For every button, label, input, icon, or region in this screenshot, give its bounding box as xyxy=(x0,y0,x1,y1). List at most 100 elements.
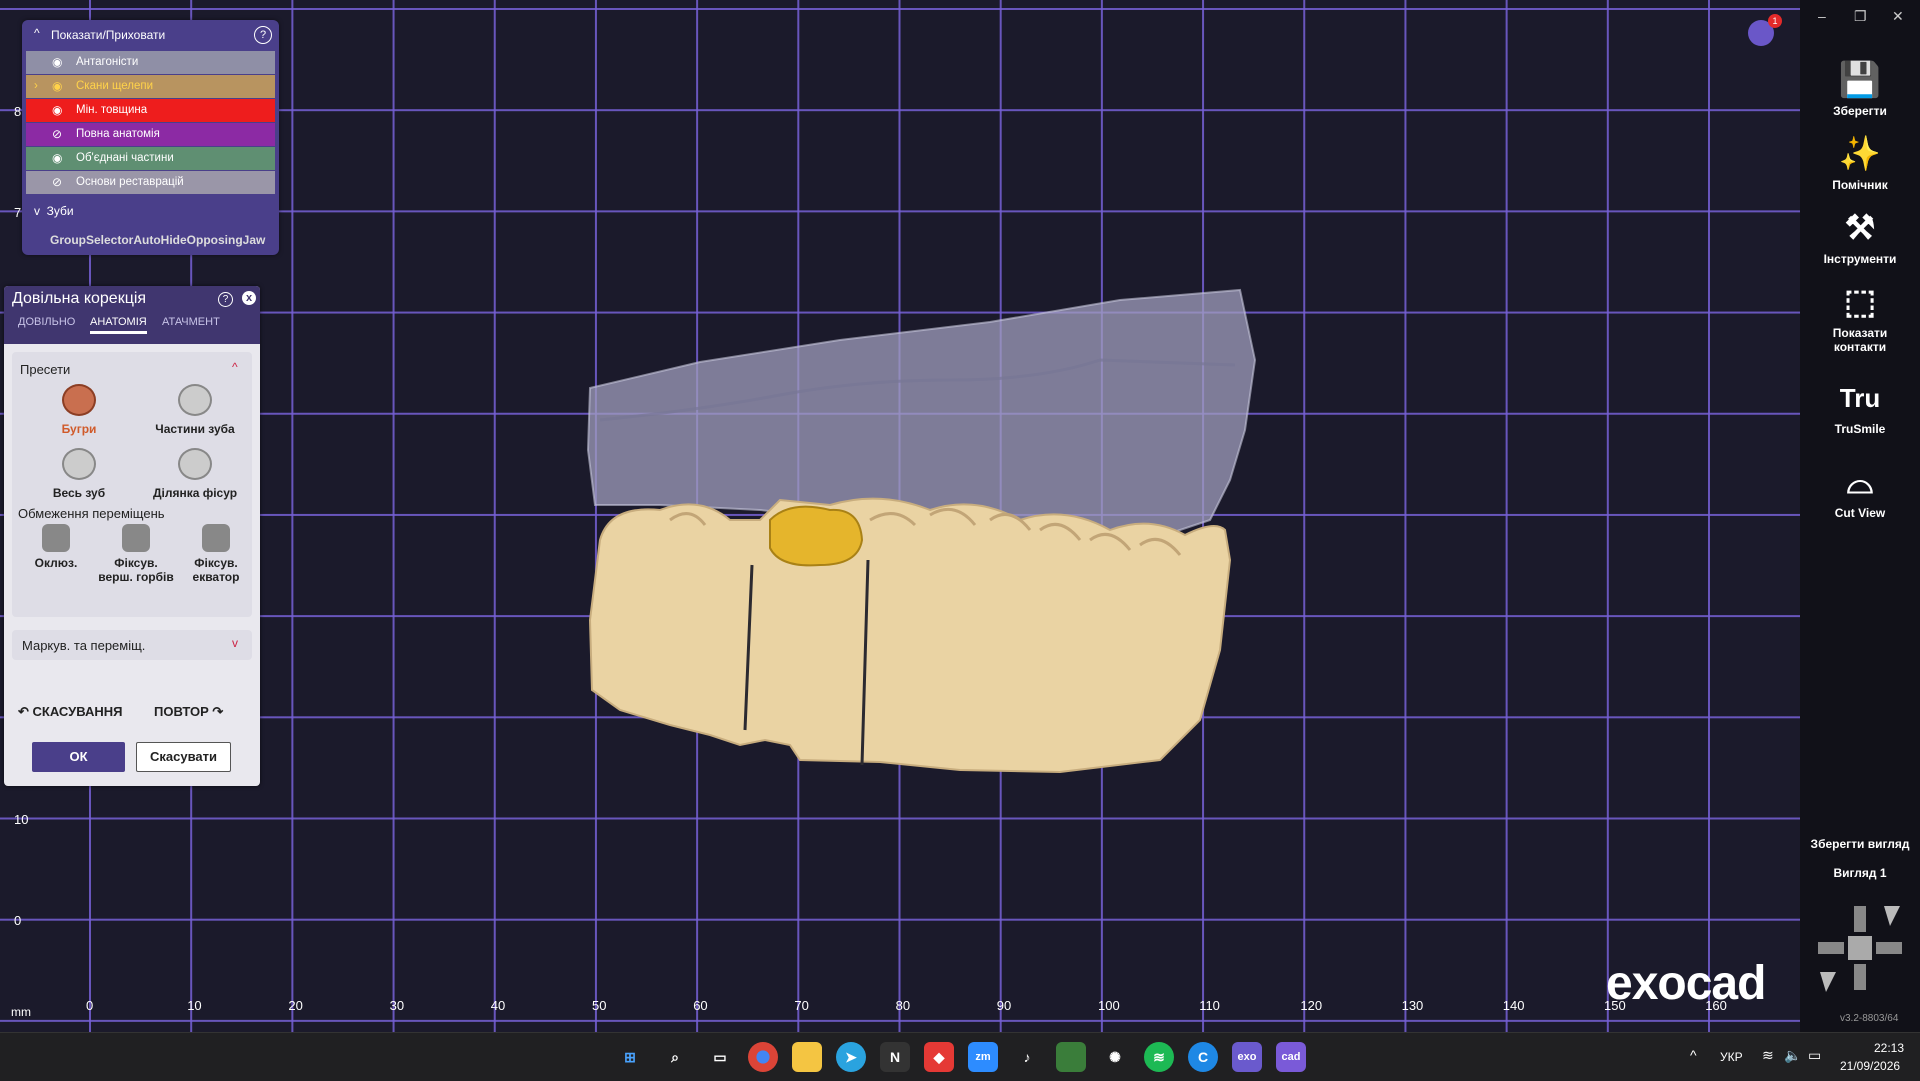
telegram-icon[interactable]: ➤ xyxy=(836,1042,866,1072)
notification-badge: 1 xyxy=(1768,14,1782,28)
sidebar-label: TruSmile xyxy=(1834,422,1886,436)
visibility-row[interactable]: ⊘ Повна анатомія xyxy=(26,123,275,146)
preset-tooth-parts[interactable]: Частини зуба xyxy=(140,384,250,436)
preset-label: Частини зуба xyxy=(155,422,235,436)
eye-icon[interactable]: ◉ xyxy=(52,51,62,74)
chevron-down-icon: v xyxy=(34,204,40,218)
preset-label: Ділянка фісур xyxy=(152,486,238,500)
limit-occlusal[interactable]: Оклюз. xyxy=(16,524,96,570)
sidebar-assistant[interactable]: ✨ Помічник xyxy=(1800,134,1920,192)
help-icon[interactable]: ? xyxy=(254,26,272,44)
show-hide-title: Показати/Приховати xyxy=(51,28,166,42)
zoom-icon[interactable]: zm xyxy=(968,1042,998,1072)
teeth-label: Зуби xyxy=(46,204,74,218)
chevron-right-icon[interactable]: › xyxy=(34,75,38,98)
panel-header: Довільна корекція ? x ДОВІЛЬНО АНАТОМІЯ … xyxy=(4,286,260,344)
sidebar-trusmile[interactable]: Tru TruSmile xyxy=(1800,378,1920,436)
marking-label: Маркув. та переміщ. xyxy=(22,638,146,653)
help-icon[interactable]: ? xyxy=(218,292,233,307)
view-cube-icon[interactable] xyxy=(1814,902,1906,994)
preset-label: Весь зуб xyxy=(52,486,106,500)
preset-cusps[interactable]: Бугри xyxy=(24,384,134,436)
clock-time[interactable]: 22:13 xyxy=(1874,1041,1904,1055)
file-explorer-icon[interactable] xyxy=(792,1042,822,1072)
close-icon[interactable]: x xyxy=(242,291,256,305)
eye-icon[interactable]: ◉ xyxy=(52,99,62,122)
minimize-button[interactable]: – xyxy=(1818,8,1826,24)
chatgpt-icon[interactable]: ✺ xyxy=(1100,1042,1130,1072)
chevron-up-icon[interactable]: ^ xyxy=(232,360,238,374)
exo-app-icon[interactable]: exo xyxy=(1232,1042,1262,1072)
visibility-row[interactable]: ⊘ Основи реставрацій xyxy=(26,171,275,194)
restore-button[interactable]: ❐ xyxy=(1854,8,1867,25)
version-label: v3.2-8803/64 xyxy=(1840,1013,1899,1024)
language-indicator[interactable]: УКР xyxy=(1720,1050,1743,1064)
tab-freeform[interactable]: ДОВІЛЬНО xyxy=(18,316,75,328)
sidebar-cutview[interactable]: ⌓ Cut View xyxy=(1800,462,1920,520)
eye-off-icon[interactable]: ⊘ xyxy=(52,171,62,194)
search-icon[interactable]: ⌕ xyxy=(660,1042,690,1072)
presets-title: Пресети xyxy=(20,362,71,377)
chrome-icon[interactable] xyxy=(748,1042,778,1072)
occlusal-lock-icon xyxy=(42,524,70,552)
app-icon[interactable] xyxy=(1056,1042,1086,1072)
preset-whole-tooth[interactable]: Весь зуб xyxy=(24,448,134,500)
undo-icon: ↶ xyxy=(18,704,29,719)
eye-icon[interactable]: ◉ xyxy=(52,147,62,170)
row-label: Мін. товщина xyxy=(76,104,148,116)
clock-date[interactable]: 21/09/2026 xyxy=(1840,1059,1900,1073)
sidebar-contacts[interactable]: ⬚ Показати контакти xyxy=(1800,282,1920,354)
close-window-button[interactable]: ✕ xyxy=(1892,8,1904,25)
wifi-icon[interactable]: ≋ xyxy=(1762,1047,1774,1064)
windows-start-icon[interactable]: ⊞ xyxy=(615,1042,645,1072)
equator-lock-icon xyxy=(202,524,230,552)
exocad-app-icon[interactable]: cad xyxy=(1276,1042,1306,1072)
battery-icon[interactable]: ▭ xyxy=(1808,1047,1821,1064)
browser-icon[interactable]: C xyxy=(1188,1042,1218,1072)
row-label: Об'єднані частини xyxy=(76,152,174,164)
limit-label: Оклюз. xyxy=(34,556,78,570)
ok-button[interactable]: ОК xyxy=(32,742,125,772)
notion-icon[interactable]: N xyxy=(880,1042,910,1072)
sidebar-tools[interactable]: ⚒ Інструменти xyxy=(1800,208,1920,266)
sidebar-save[interactable]: 💾 Зберегти xyxy=(1800,60,1920,118)
limit-fix-cusp-tips[interactable]: Фіксув. верш. горбів xyxy=(96,524,176,584)
marking-dropdown[interactable]: Маркув. та переміщ. v xyxy=(12,630,252,660)
exocad-logo: exocad xyxy=(1606,957,1766,1010)
cusp-lock-icon xyxy=(122,524,150,552)
task-view-icon[interactable]: ▭ xyxy=(705,1042,735,1072)
visibility-row[interactable]: ◉ Мін. товщина xyxy=(26,99,275,122)
sidebar-label: Помічник xyxy=(1832,178,1888,192)
volume-icon[interactable]: 🔈 xyxy=(1784,1047,1801,1064)
eye-icon[interactable]: ◉ xyxy=(52,75,62,98)
visibility-row[interactable]: ◉ Об'єднані частини xyxy=(26,147,275,170)
limit-fix-equator[interactable]: Фіксув. екватор xyxy=(176,524,256,584)
save-view-button[interactable]: Зберегти вигляд xyxy=(1800,837,1920,851)
visibility-row[interactable]: ◉ Антагоністи xyxy=(26,51,275,74)
free-correction-panel: Довільна корекція ? x ДОВІЛЬНО АНАТОМІЯ … xyxy=(4,286,260,786)
show-hide-header[interactable]: ^ Показати/Приховати ? xyxy=(22,26,279,46)
cancel-button[interactable]: Скасувати xyxy=(136,742,231,772)
chevron-up-icon[interactable]: ^ xyxy=(1690,1047,1697,1063)
tab-anatomy[interactable]: АНАТОМІЯ xyxy=(90,316,147,334)
spotify-icon[interactable]: ≋ xyxy=(1144,1042,1174,1072)
tiktok-icon[interactable]: ♪ xyxy=(1012,1042,1042,1072)
whole-tooth-icon xyxy=(62,448,96,480)
redo-label: ПОВТОР xyxy=(154,704,209,719)
presets-section: Пресети ^ Бугри Частини зуба Весь зуб Ді… xyxy=(12,352,252,617)
preset-label: Бугри xyxy=(61,422,97,436)
anydesk-icon[interactable]: ◆ xyxy=(924,1042,954,1072)
eye-off-icon[interactable]: ⊘ xyxy=(52,123,62,146)
teeth-section[interactable]: v Зуби xyxy=(34,204,74,218)
visibility-row[interactable]: › ◉ Скани щелепи xyxy=(26,75,275,98)
tab-attachment[interactable]: АТАЧМЕНТ xyxy=(162,316,220,328)
redo-button[interactable]: ПОВТОР ↷ xyxy=(154,704,223,720)
preset-fissure-area[interactable]: Ділянка фісур xyxy=(140,448,250,500)
sidebar-label: Cut View xyxy=(1834,506,1886,520)
view-1-button[interactable]: Вигляд 1 xyxy=(1800,866,1920,880)
cusps-icon xyxy=(62,384,96,416)
undo-label: СКАСУВАННЯ xyxy=(32,704,123,719)
taskbar: ⊞ ⌕ ▭ ➤ N ◆ zm ♪ ✺ ≋ C exo cad ^ УКР ≋ 🔈… xyxy=(0,1032,1920,1081)
undo-button[interactable]: ↶ СКАСУВАННЯ xyxy=(18,704,128,720)
cutview-icon: ⌓ xyxy=(1846,463,1874,501)
